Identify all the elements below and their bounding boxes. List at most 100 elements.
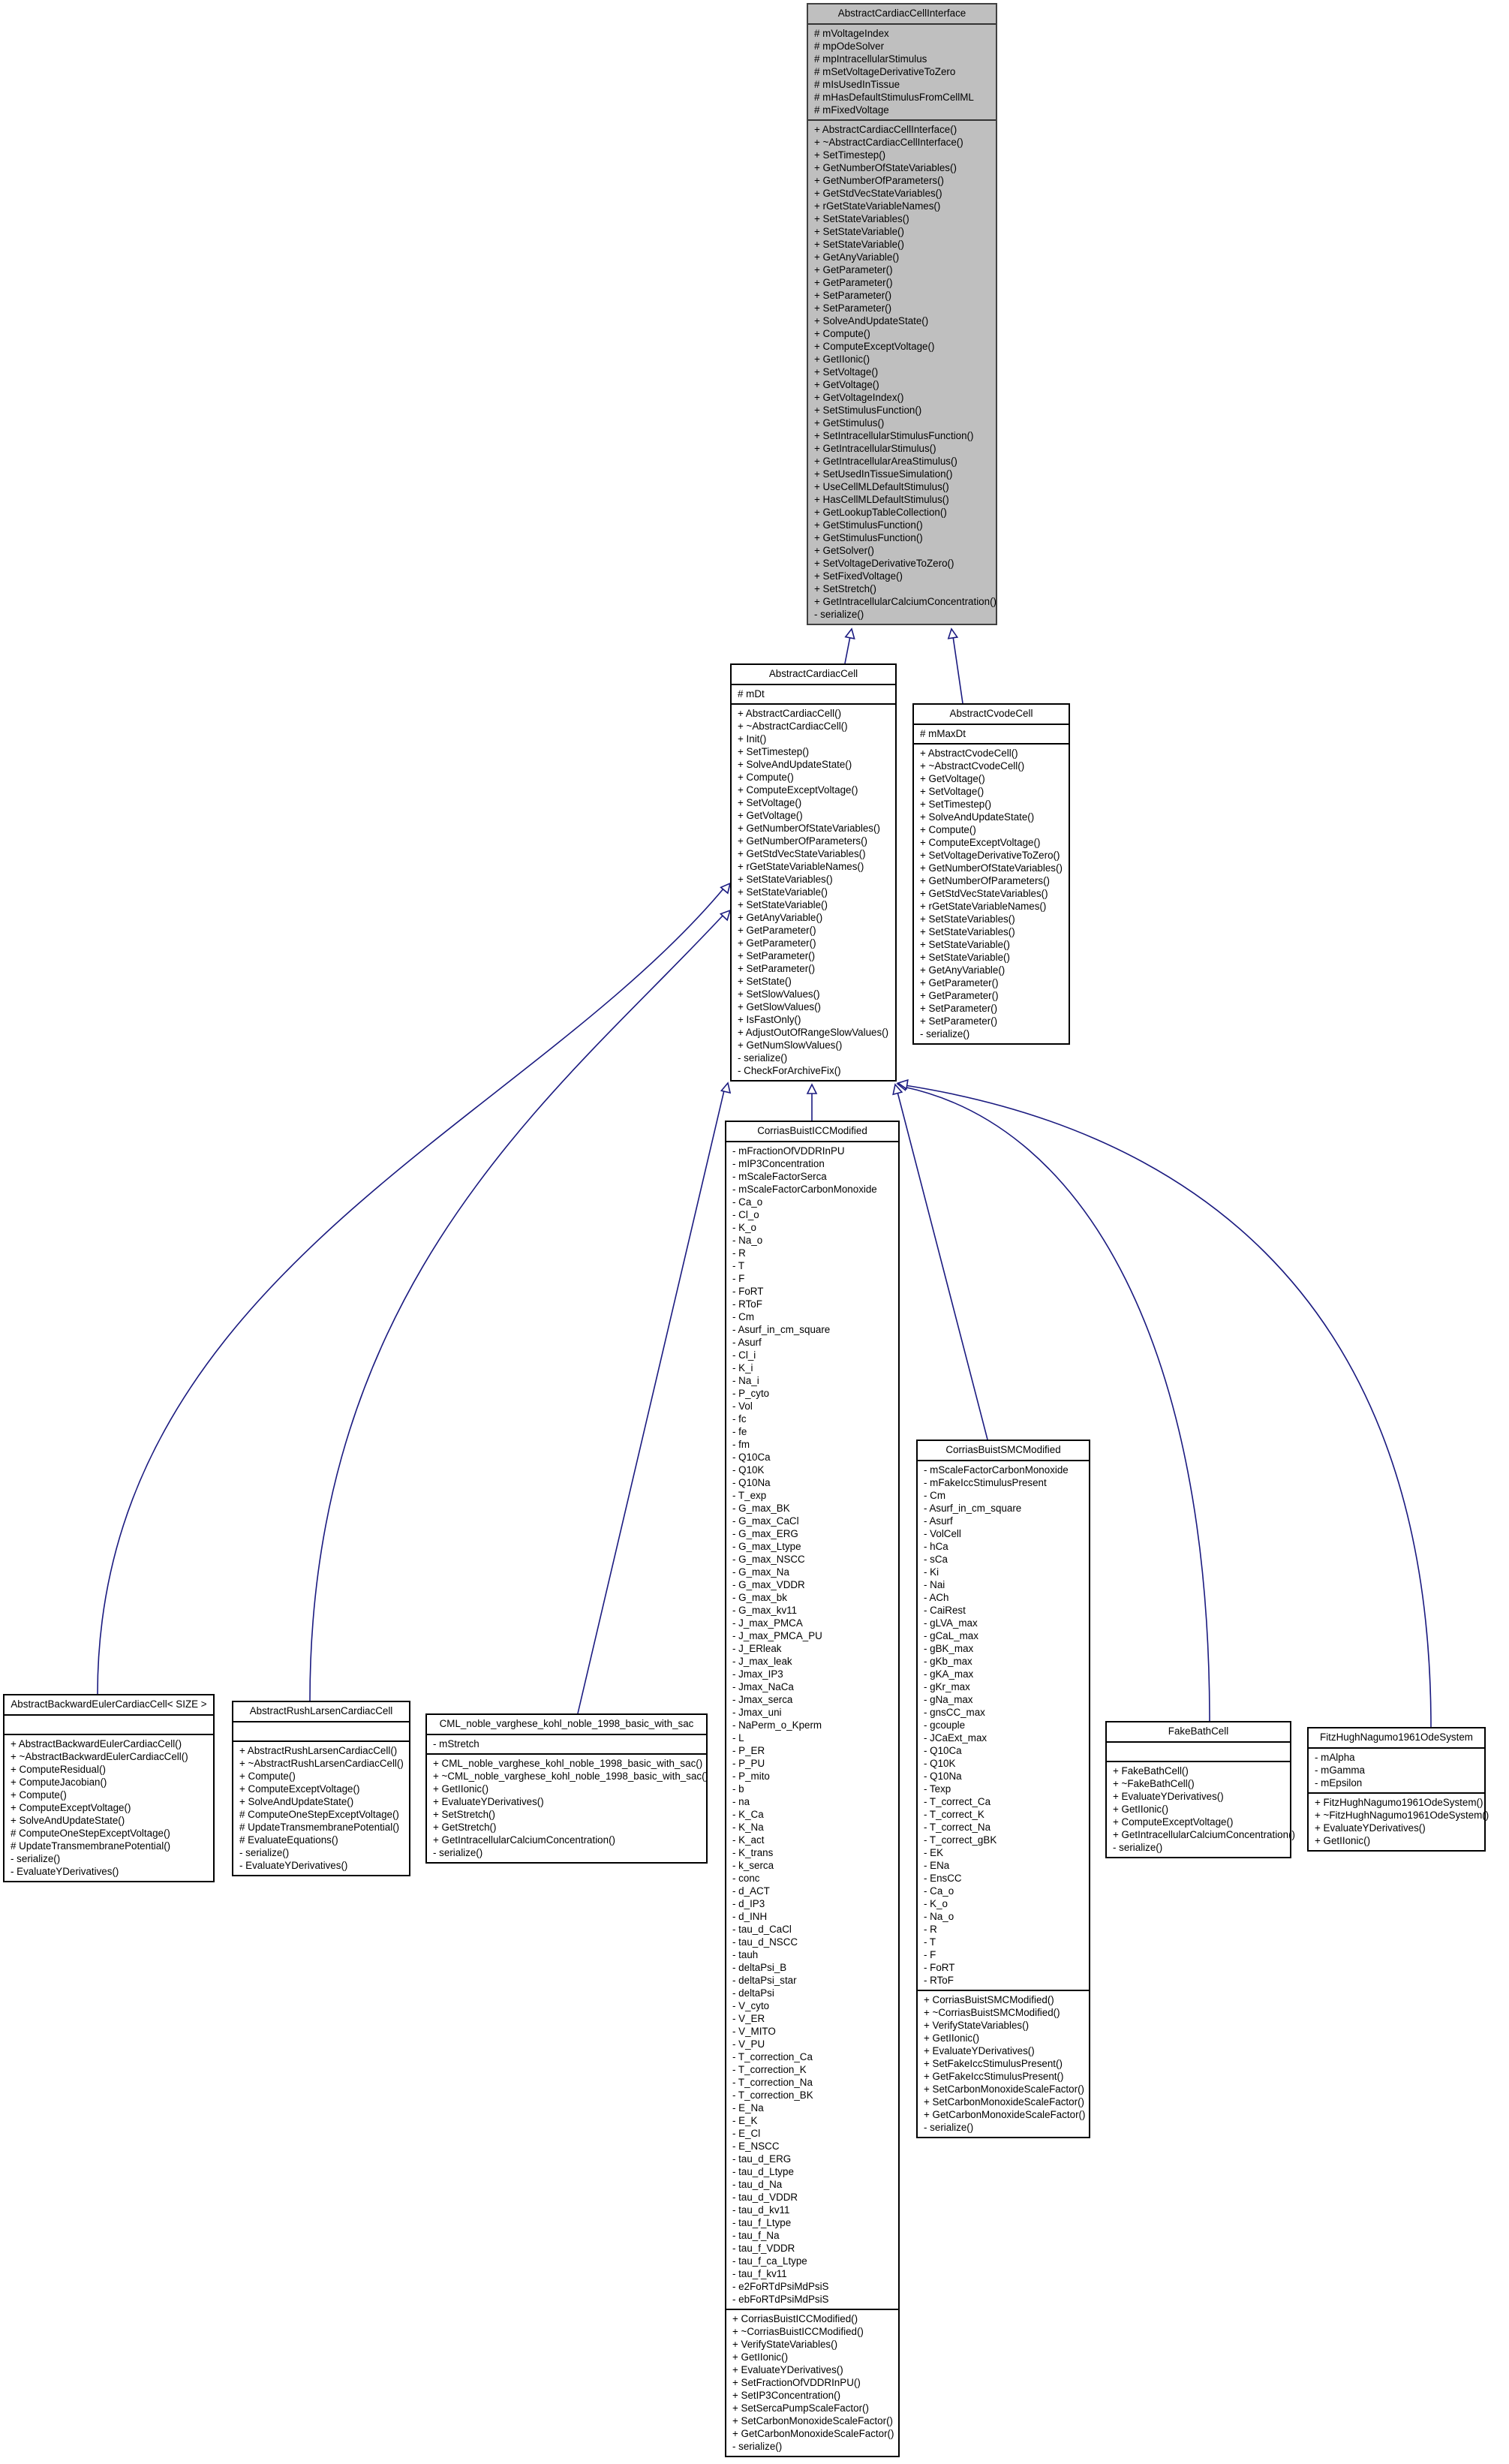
attribute-item: - Na_o: [924, 1911, 954, 1922]
method-item: + SetStateVariable(): [920, 952, 1010, 963]
method-item: + SetStateVariables(): [920, 926, 1015, 937]
method-item: + GetNumSlowValues(): [738, 1039, 843, 1051]
method-item: + CML_noble_varghese_kohl_noble_1998_bas…: [433, 1758, 703, 1769]
attribute-item: - fe: [732, 1426, 747, 1437]
attribute-item: - Jmax_NaCa: [732, 1681, 794, 1692]
attribute-item: - Q10K: [732, 1464, 765, 1476]
method-item: - serialize(): [738, 1052, 788, 1064]
attribute-item: - K_Ca: [732, 1809, 764, 1820]
class-corrias-buist-icc-modified[interactable]: CorriasBuistICCModified - mFractionOfVDD…: [725, 1121, 900, 2457]
method-item: + SetStateVariable(): [738, 886, 828, 898]
method-item: + rGetStateVariableNames(): [814, 200, 941, 212]
method-item: - serialize(): [433, 1847, 483, 1858]
method-item: + GetStimulusFunction(): [814, 519, 923, 531]
method-item: + SetParameter(): [814, 302, 892, 314]
class-name: FakeBathCell: [1107, 1722, 1290, 1743]
attribute-item: - b: [732, 1783, 744, 1795]
method-item: + ~CML_noble_varghese_kohl_noble_1998_ba…: [433, 1771, 709, 1782]
attribute-item: # mVoltageIndex: [814, 28, 889, 39]
method-item: + SetTimestep(): [814, 149, 886, 161]
method-item: + GetIntracellularCalciumConcentration(): [433, 1834, 615, 1846]
attribute-item: - ACh: [924, 1592, 949, 1603]
method-item: + GetParameter(): [814, 264, 893, 275]
attribute-item: - tau_d_kv11: [732, 2204, 790, 2216]
inheritance-arrowhead: [720, 1082, 732, 1094]
method-item: + SetParameter(): [814, 290, 892, 301]
method-item: + GetAnyVariable(): [814, 251, 900, 263]
methods-section: + AbstractCvodeCell() + ~AbstractCvodeCel…: [914, 745, 1069, 1043]
attribute-item: - Cl_o: [732, 1209, 759, 1220]
attribute-item: - mScaleFactorCarbonMonoxide: [924, 1464, 1069, 1476]
method-item: - serialize(): [924, 2122, 974, 2133]
attribute-item: - fc: [732, 1413, 747, 1425]
method-item: + SolveAndUpdateState(): [239, 1796, 354, 1807]
method-item: + SetStateVariables(): [738, 874, 833, 885]
attribute-item: - P_mito: [732, 1771, 770, 1782]
attribute-item: - ebFoRTdPsiMdPsiS: [732, 2294, 829, 2305]
method-item: + EvaluateYDerivatives(): [1113, 1791, 1224, 1802]
attribute-item: - V_MITO: [732, 2026, 776, 2037]
attributes-section: - mFractionOfVDDRInPU - mIP3Concentration…: [726, 1142, 898, 2310]
class-fake-bath-cell[interactable]: FakeBathCell + FakeBathCell() + ~FakeBath…: [1105, 1721, 1295, 1858]
inheritance-arrowhead: [720, 882, 732, 895]
attribute-item: - G_max_ERG: [732, 1528, 798, 1539]
attribute-item: - gCaL_max: [924, 1630, 978, 1641]
class-fitzhugh-nagumo-1961-ode-system[interactable]: FitzHughNagumo1961OdeSystem - mAlpha - mG…: [1307, 1727, 1489, 1852]
attribute-item: - d_INH: [732, 1911, 768, 1922]
class-abstract-cardiac-cell-interface[interactable]: AbstractCardiacCellInterface # mVoltageI…: [807, 3, 997, 625]
class-cml-noble-varghese-kohl-noble-1998[interactable]: CML_noble_varghese_kohl_noble_1998_basic…: [425, 1713, 708, 1864]
method-item: + ComputeExceptVoltage(): [920, 837, 1041, 848]
attribute-item: - gNa_max: [924, 1694, 973, 1705]
method-item: + SolveAndUpdateState(): [920, 811, 1035, 823]
method-item: + Compute(): [814, 328, 870, 339]
method-item: # ComputeOneStepExceptVoltage(): [11, 1828, 170, 1839]
method-item: - EvaluateYDerivatives(): [239, 1860, 348, 1871]
attribute-item: - Asurf: [732, 1337, 762, 1348]
method-item: + GetSolver(): [814, 545, 874, 556]
method-item: + SetParameter(): [920, 1003, 998, 1014]
attribute-item: - deltaPsi_star: [732, 1975, 797, 1986]
attribute-item: - Asurf_in_cm_square: [924, 1503, 1022, 1514]
attribute-item: # mpOdeSolver: [814, 41, 885, 52]
inheritance-edge-arl-to-acc: [309, 913, 725, 1701]
method-item: + SetStateVariables(): [814, 213, 909, 224]
method-item: + EvaluateYDerivatives(): [732, 2364, 843, 2375]
method-item: + GetIIonic(): [1315, 1835, 1371, 1846]
attribute-item: - Asurf_in_cm_square: [732, 1324, 831, 1335]
class-corrias-buist-smc-modified[interactable]: CorriasBuistSMCModified - mScaleFactorCa…: [916, 1440, 1090, 2138]
method-item: + GetNumberOfStateVariables(): [814, 162, 957, 173]
method-item: + GetIIonic(): [924, 2032, 980, 2044]
attribute-item: - Texp: [924, 1783, 951, 1795]
method-item: + SolveAndUpdateState(): [738, 759, 852, 770]
attribute-item: - tau_d_VDDR: [732, 2192, 798, 2203]
attribute-item: - T_correct_gBK: [924, 1834, 997, 1846]
method-item: + AdjustOutOfRangeSlowValues(): [738, 1027, 889, 1038]
method-item: + Init(): [738, 733, 767, 745]
attribute-item: - G_max_VDDR: [732, 1579, 805, 1590]
method-item: + GetIntracellularStimulus(): [814, 443, 936, 454]
method-item: + ~AbstractCardiacCellInterface(): [814, 137, 963, 148]
attribute-item: - T_correction_BK: [732, 2089, 813, 2101]
class-abstract-rush-larsen-cardiac-cell[interactable]: AbstractRushLarsenCardiacCell + Abstract…: [232, 1701, 410, 1876]
class-abstract-cvode-cell[interactable]: AbstractCvodeCell # mMaxDt + AbstractCvo…: [912, 703, 1070, 1045]
method-item: + GetStretch(): [433, 1822, 497, 1833]
method-item: + SetParameter(): [738, 950, 816, 961]
method-item: + SetParameter(): [920, 1015, 998, 1027]
attribute-item: - Na_i: [732, 1375, 759, 1386]
attribute-item: - gKr_max: [924, 1681, 970, 1692]
method-item: + rGetStateVariableNames(): [920, 901, 1047, 912]
attribute-item: - Q10Na: [924, 1771, 962, 1782]
class-abstract-cardiac-cell[interactable]: AbstractCardiacCell # mDt + AbstractCard…: [730, 663, 897, 1082]
method-item: + rGetStateVariableNames(): [738, 861, 864, 872]
method-item: + ComputeExceptVoltage(): [1113, 1816, 1234, 1828]
attribute-item: - mStretch: [433, 1738, 479, 1749]
attribute-item: - Nai: [924, 1579, 945, 1590]
method-item: + EvaluateYDerivatives(): [924, 2045, 1035, 2056]
method-item: + ~AbstractRushLarsenCardiacCell(): [239, 1758, 404, 1769]
attribute-item: - Q10Ca: [924, 1745, 962, 1756]
method-item: + SetCarbonMonoxideScaleFactor(): [924, 2096, 1084, 2107]
attribute-item: - NaPerm_o_Kperm: [732, 1719, 822, 1731]
attribute-item: - gcouple: [924, 1719, 966, 1731]
method-item: + Compute(): [738, 772, 794, 783]
class-abstract-backward-euler-cardiac-cell[interactable]: AbstractBackwardEulerCardiacCell< SIZE >…: [3, 1694, 215, 1882]
